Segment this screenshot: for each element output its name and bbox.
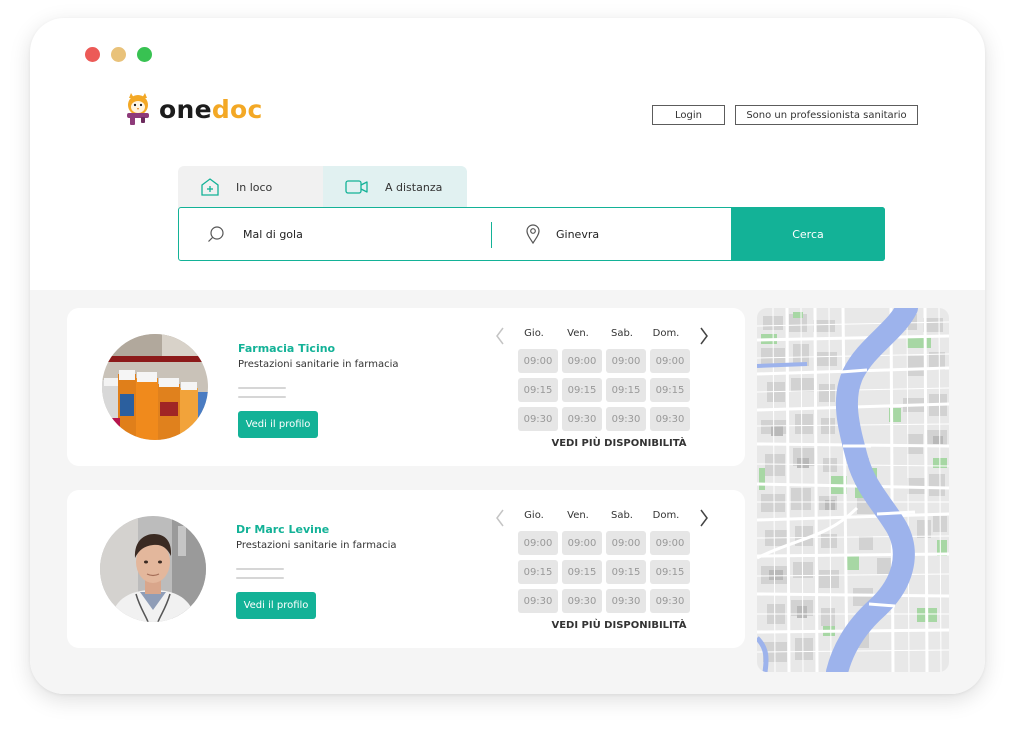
location-value: Ginevra [556,227,600,241]
placeholder-line [236,577,284,579]
time-slot[interactable]: 09:30 [606,589,646,613]
placeholder-line [236,568,284,570]
time-slot[interactable]: 09:30 [650,589,690,613]
results-map[interactable] [757,308,949,672]
provider-name[interactable]: Farmacia Ticino [238,342,398,355]
provider-subtitle: Prestazioni sanitarie in farmacia [236,540,397,551]
time-slot[interactable]: 09:30 [650,407,690,431]
window-maximize-dot[interactable] [137,47,152,62]
day-label: Dom. [652,328,680,339]
symptom-value: Mal di gola [243,227,303,241]
brand-wordmark: onedoc [159,94,263,124]
result-info: Farmacia Ticino Prestazioni sanitarie in… [238,342,398,438]
time-slot[interactable]: 09:15 [518,378,558,402]
window-minimize-dot[interactable] [111,47,126,62]
availability-schedule: Gio. Ven. Sab. Dom. 09:00 09:00 09:00 09… [491,326,721,449]
pharmacy-photo [102,334,208,440]
day-label: Gio. [524,328,544,339]
slot-row: 09:15 09:15 09:15 09:15 [491,557,721,586]
onedoc-logo[interactable]: onedoc [121,92,263,126]
time-slot[interactable]: 09:30 [518,589,558,613]
chevron-right-icon[interactable] [699,327,709,345]
slot-row: 09:00 09:00 09:00 09:00 [491,346,721,375]
day-label: Gio. [524,510,544,521]
time-slot[interactable]: 09:30 [606,407,646,431]
time-slot[interactable]: 09:15 [606,378,646,402]
time-slot[interactable]: 09:00 [562,349,602,373]
search-bar: Mal di gola Ginevra Cerca [178,207,885,261]
time-slot[interactable]: 09:00 [518,531,558,555]
schedule-header: Gio. Ven. Sab. Dom. [491,326,721,346]
more-availability-link[interactable]: VEDI PIÙ DISPONIBILITÀ [491,438,721,449]
placeholder-line [238,387,286,389]
location-search-input[interactable]: Ginevra [492,208,732,260]
chevron-right-icon[interactable] [699,509,709,527]
login-button[interactable]: Login [652,105,725,125]
day-label: Dom. [652,510,680,521]
search-button[interactable]: Cerca [731,207,885,261]
mascot-icon [127,93,149,125]
clinic-icon [201,178,219,196]
time-slot[interactable]: 09:15 [606,560,646,584]
result-info: Dr Marc Levine Prestazioni sanitarie in … [236,523,396,619]
tab-label: In loco [236,180,273,194]
results-area: Farmacia Ticino Prestazioni sanitarie in… [30,290,985,694]
window-close-dot[interactable] [85,47,100,62]
slot-row: 09:00 09:00 09:00 09:00 [491,528,721,557]
result-card: Dr Marc Levine Prestazioni sanitarie in … [67,490,745,648]
time-slot[interactable]: 09:30 [562,589,602,613]
slot-row: 09:30 09:30 09:30 09:30 [491,586,721,615]
schedule-header: Gio. Ven. Sab. Dom. [491,508,721,528]
day-label: Sab. [610,328,633,339]
time-slot[interactable]: 09:15 [650,560,690,584]
city-map [757,308,949,672]
placeholder-line [238,396,286,398]
slot-row: 09:15 09:15 09:15 09:15 [491,375,721,404]
professional-button[interactable]: Sono un professionista sanitario [735,105,918,125]
day-label: Ven. [567,328,589,339]
view-profile-button[interactable]: Vedi il profilo [236,592,316,619]
day-label: Ven. [567,510,589,521]
more-availability-link[interactable]: VEDI PIÙ DISPONIBILITÀ [491,620,721,631]
time-slot[interactable]: 09:15 [562,560,602,584]
browser-window: onedoc Login Sono un professionista sani… [30,18,985,694]
time-slot[interactable]: 09:30 [562,407,602,431]
provider-name[interactable]: Dr Marc Levine [236,523,396,536]
tab-label: A distanza [385,180,443,194]
symptom-search-input[interactable]: Mal di gola [179,208,491,260]
time-slot[interactable]: 09:00 [650,531,690,555]
tab-a-distanza[interactable]: A distanza [323,166,467,208]
tab-in-loco[interactable]: In loco [178,166,323,208]
time-slot[interactable]: 09:15 [562,378,602,402]
location-pin-icon [526,224,540,244]
time-slot[interactable]: 09:00 [518,349,558,373]
time-slot[interactable]: 09:00 [562,531,602,555]
chevron-left-icon[interactable] [495,327,505,345]
time-slot[interactable]: 09:00 [606,531,646,555]
time-slot[interactable]: 09:15 [518,560,558,584]
time-slot[interactable]: 09:00 [606,349,646,373]
slot-row: 09:30 09:30 09:30 09:30 [491,404,721,433]
view-profile-button[interactable]: Vedi il profilo [238,411,318,438]
provider-subtitle: Prestazioni sanitarie in farmacia [238,359,399,370]
availability-schedule: Gio. Ven. Sab. Dom. 09:00 09:00 09:00 09… [491,508,721,631]
video-icon [345,180,368,194]
time-slot[interactable]: 09:00 [650,349,690,373]
doctor-photo [100,516,206,622]
day-label: Sab. [610,510,633,521]
search-icon [208,226,224,242]
time-slot[interactable]: 09:30 [518,407,558,431]
chevron-left-icon[interactable] [495,509,505,527]
time-slot[interactable]: 09:15 [650,378,690,402]
result-card: Farmacia Ticino Prestazioni sanitarie in… [67,308,745,466]
